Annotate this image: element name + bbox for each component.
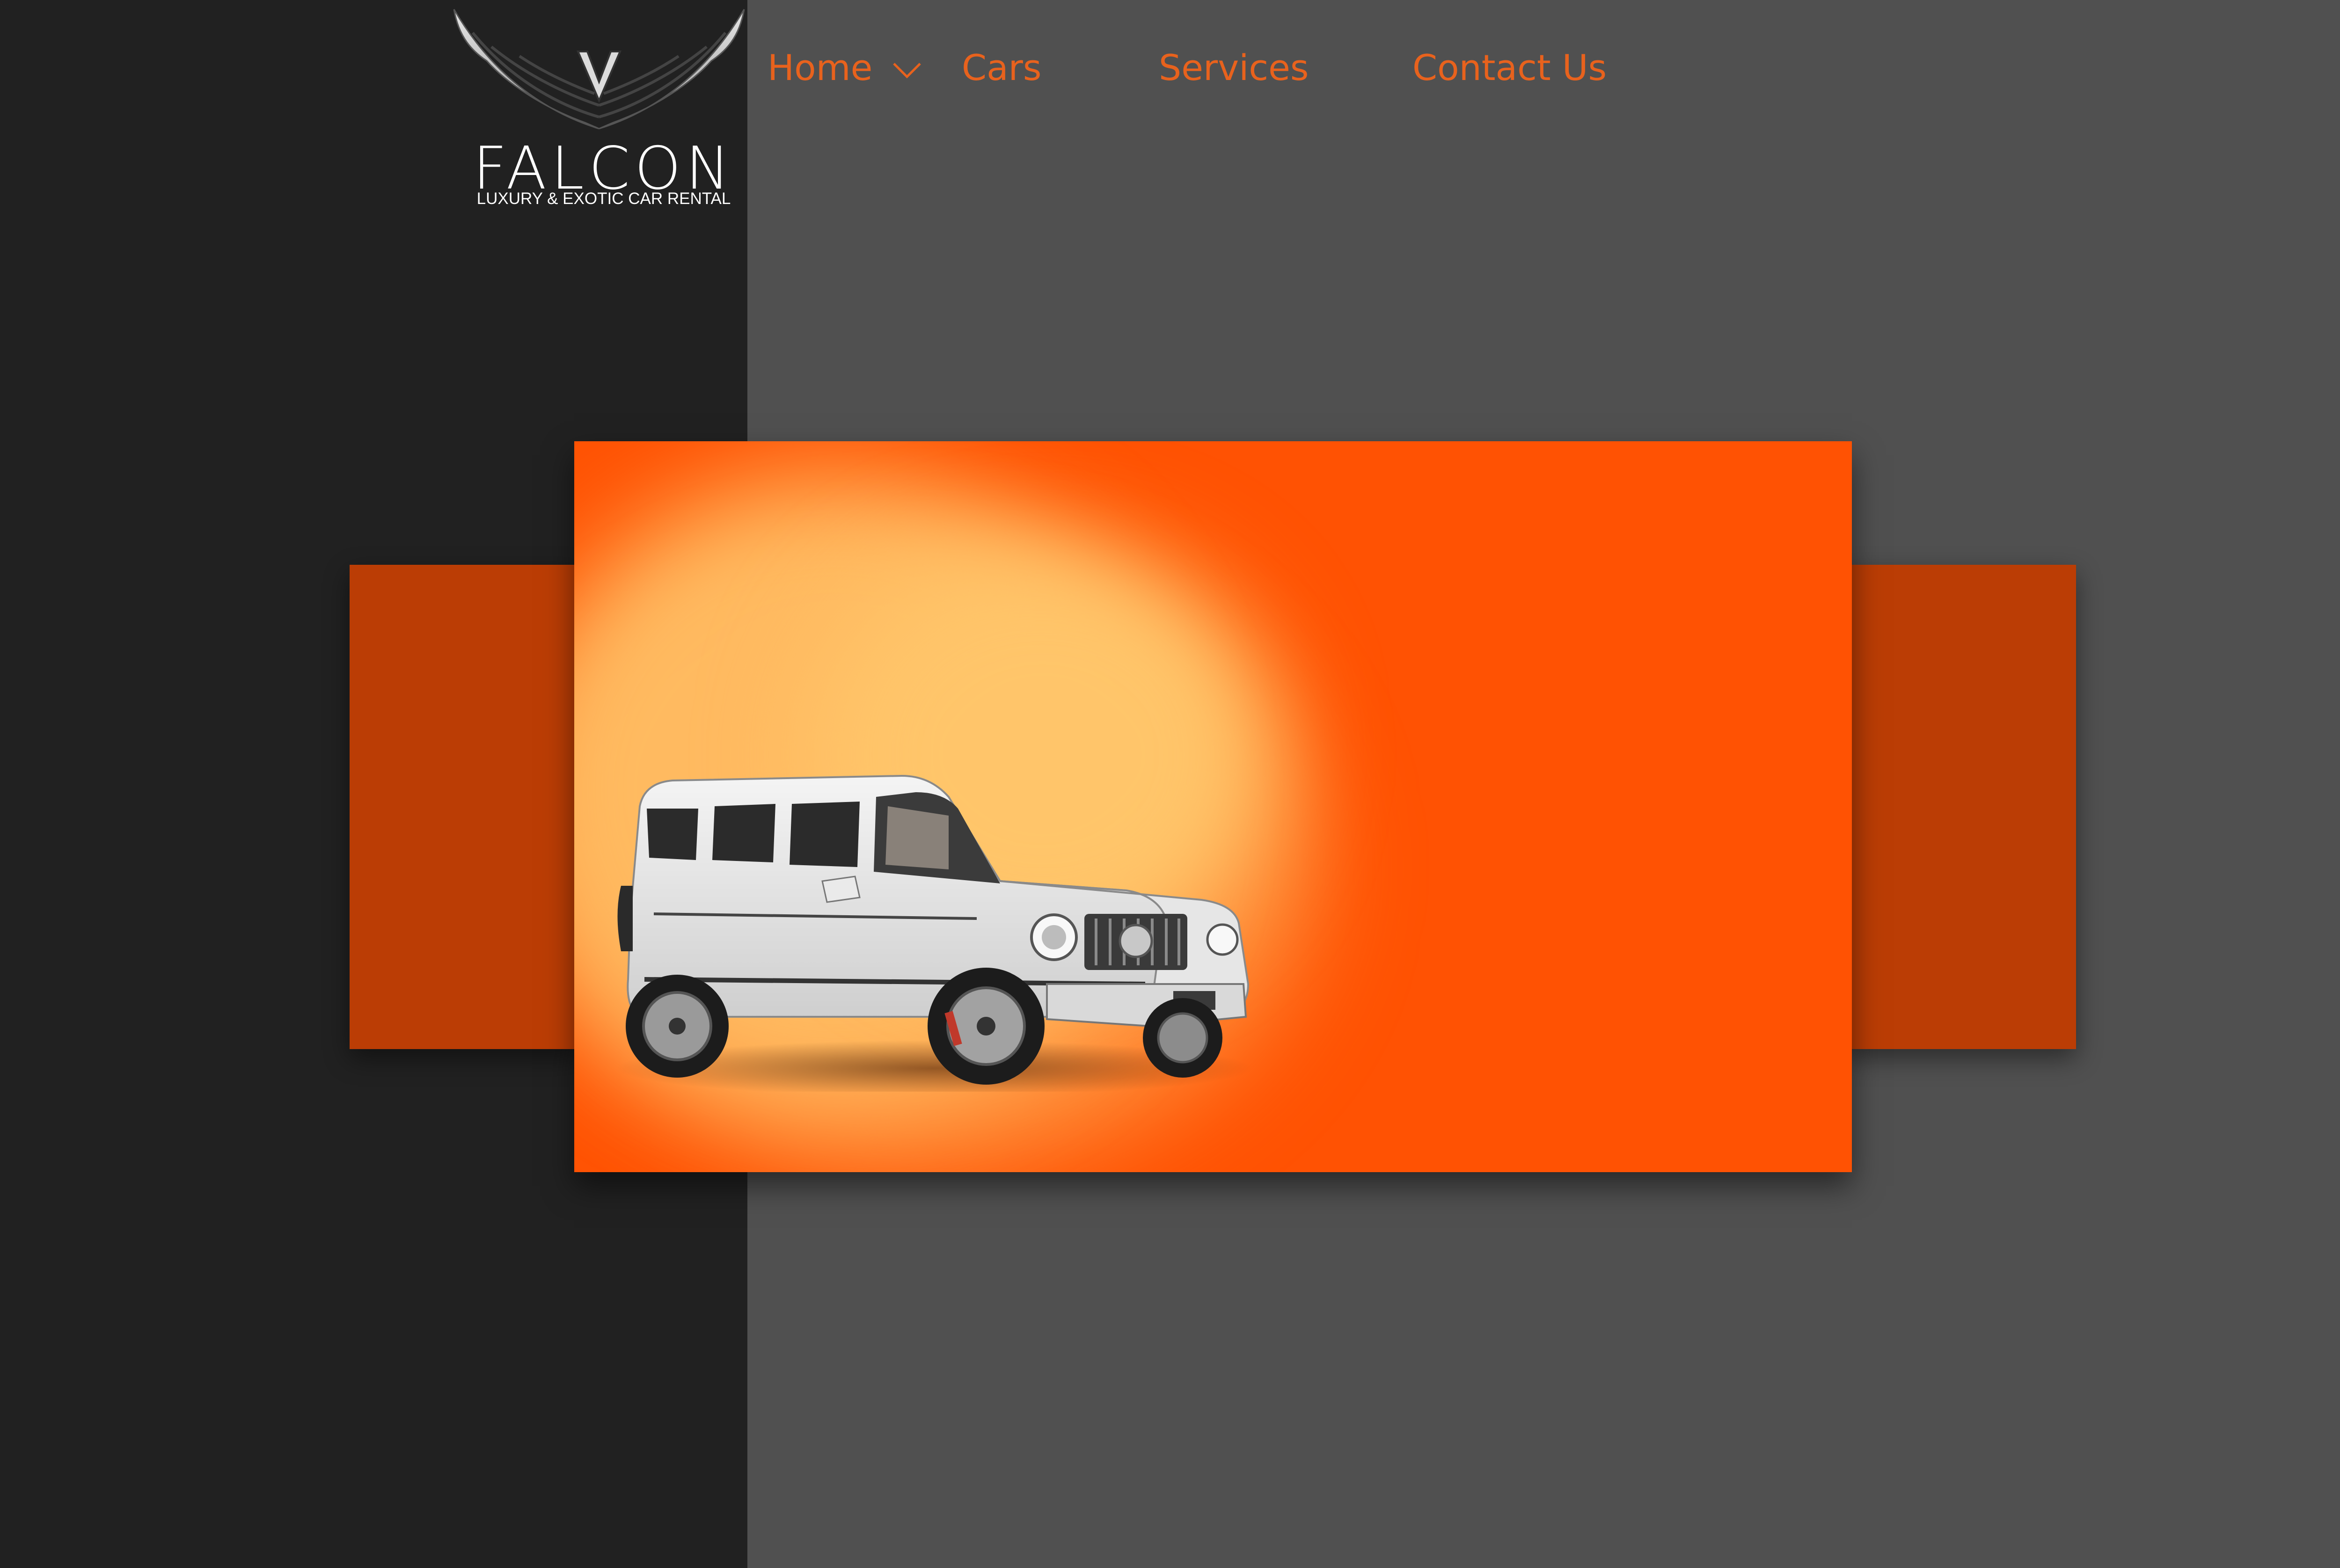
nav-services[interactable]: Services (1159, 42, 1309, 94)
slider-next-panel[interactable] (1844, 565, 2076, 1049)
hero-slide (574, 441, 1852, 1172)
brand-logo[interactable]: FALCON LUXURY & EXOTIC CAR RENTAL (445, 0, 753, 220)
slider-previous-panel[interactable] (350, 565, 579, 1049)
chevron-down-icon[interactable] (892, 61, 922, 80)
falcon-wings-icon (453, 9, 745, 130)
nav-home[interactable]: Home (768, 42, 872, 94)
white-suv-image (616, 774, 1253, 1092)
brand-tagline: LUXURY & EXOTIC CAR RENTAL (476, 190, 731, 208)
nav-contact-us[interactable]: Contact Us (1412, 42, 1607, 94)
nav-cars[interactable]: Cars (962, 42, 1041, 94)
